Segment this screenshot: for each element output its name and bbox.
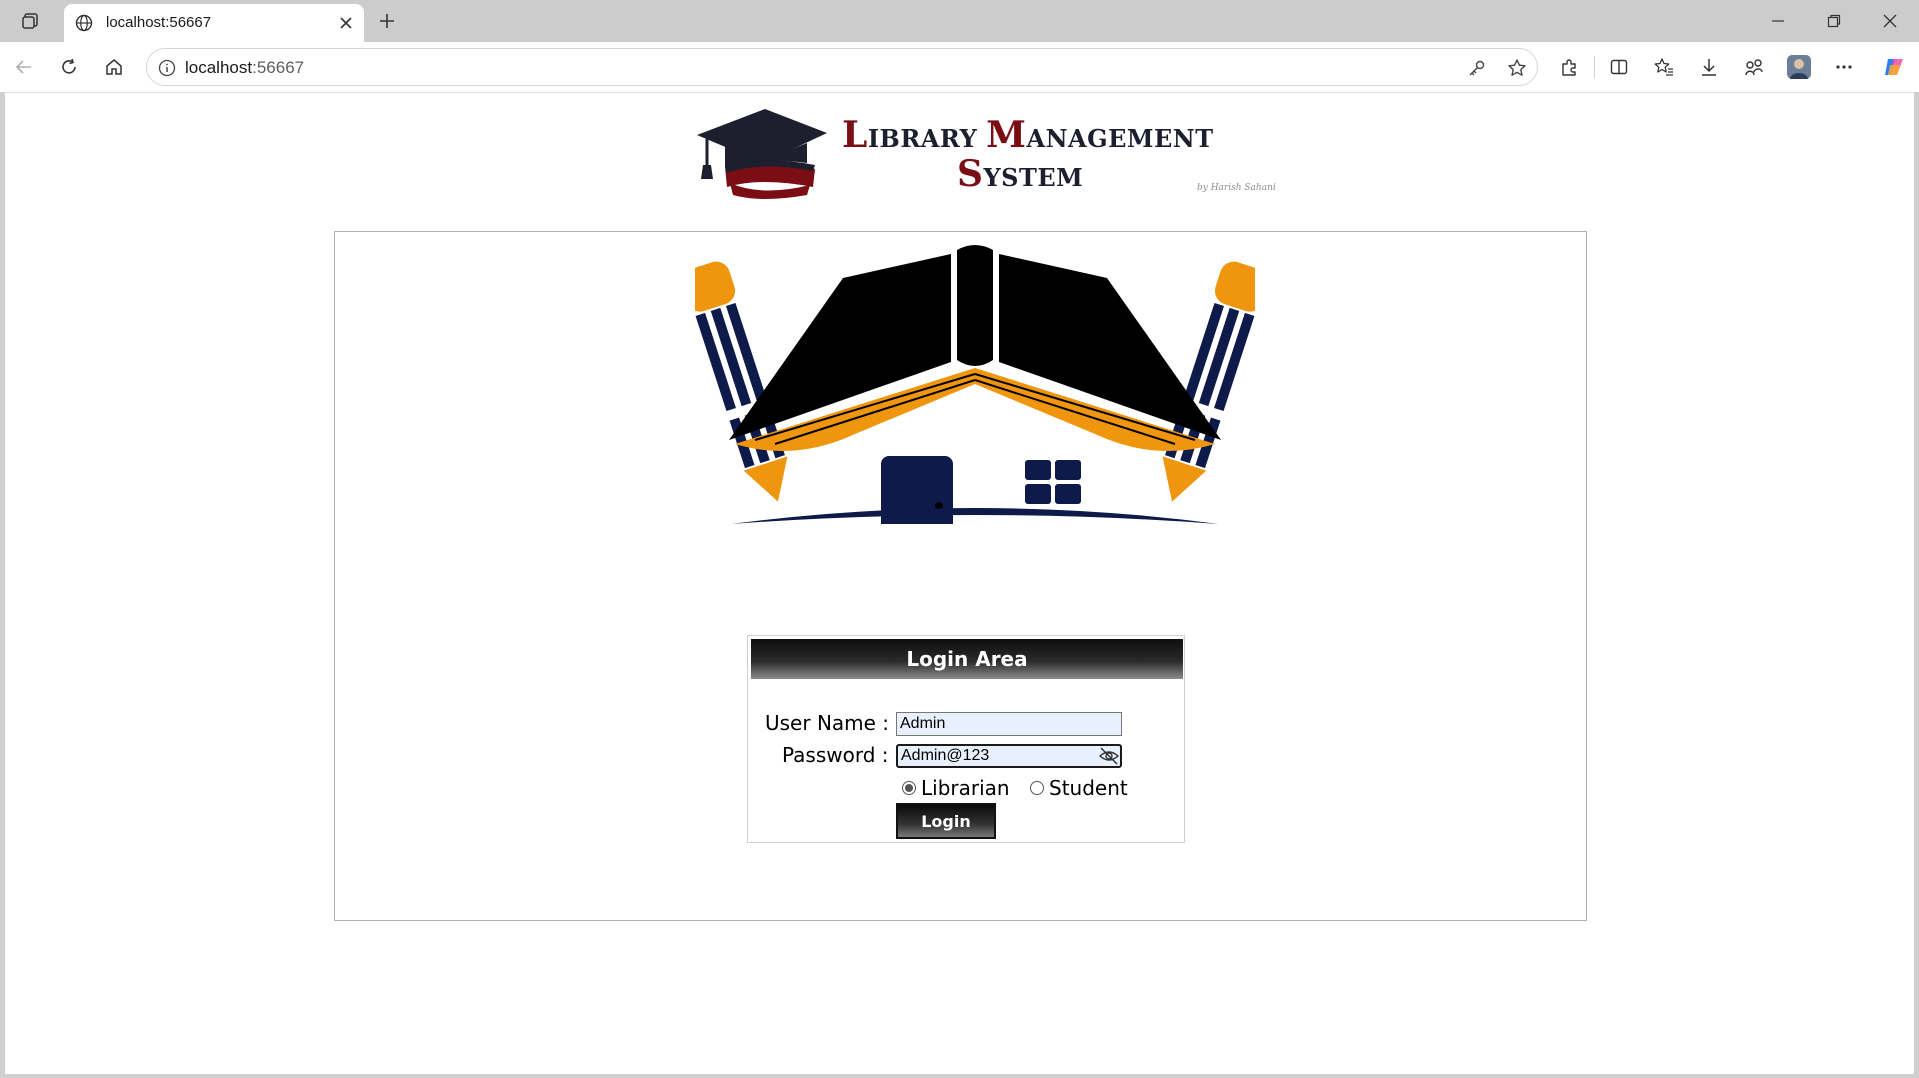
browser-tab-bar: localhost:56667 (0, 0, 1919, 42)
url-port: :56667 (252, 58, 305, 77)
close-tab-icon[interactable] (334, 11, 358, 35)
password-input[interactable] (896, 744, 1122, 768)
role-student-radio[interactable]: Student (1030, 776, 1128, 800)
brand-initial-s: S (957, 153, 984, 195)
profile-avatar[interactable] (1781, 49, 1817, 85)
restore-icon[interactable] (1812, 6, 1856, 36)
author-byline: by Harish Sahani (1197, 183, 1276, 193)
share-icon[interactable] (1736, 49, 1772, 85)
password-key-icon[interactable] (1465, 56, 1489, 80)
toolbar-separator (1594, 56, 1595, 78)
username-input[interactable] (896, 712, 1122, 736)
tab-actions-icon[interactable] (14, 7, 48, 35)
hide-password-icon[interactable] (1098, 747, 1120, 765)
main-content-box: Login Area User Name : Password : Librar… (334, 231, 1587, 921)
refresh-icon[interactable] (51, 49, 87, 85)
radio-unselected-indicator[interactable] (1030, 781, 1044, 795)
new-tab-icon[interactable] (372, 6, 402, 36)
url-text[interactable]: localhost:56667 (185, 58, 304, 78)
page-viewport: LIBRARY MANAGEMENT SYSTEM by Harish Saha… (5, 92, 1914, 1074)
browser-toolbar: localhost:56667 (0, 42, 1919, 92)
site-info-icon[interactable] (157, 58, 177, 78)
role-librarian-label: Librarian (921, 776, 1010, 800)
brand-title-line2: SYSTEM (957, 153, 1083, 195)
role-librarian-radio[interactable]: Librarian (902, 776, 1010, 800)
login-panel: Login Area User Name : Password : Librar… (747, 635, 1185, 843)
radio-selected-indicator[interactable] (902, 781, 916, 795)
brand-word-library: IBRARY (867, 124, 987, 153)
more-options-icon[interactable] (1826, 49, 1862, 85)
home-icon[interactable] (96, 49, 132, 85)
graduation-cap-icon (697, 109, 827, 199)
back-icon[interactable] (6, 49, 42, 85)
tab-title: localhost:56667 (106, 14, 212, 31)
copilot-icon[interactable] (1876, 49, 1912, 85)
site-banner: LIBRARY MANAGEMENT SYSTEM by Harish Saha… (695, 105, 1285, 200)
address-bar[interactable]: localhost:56667 (146, 48, 1538, 86)
library-house-logo (695, 245, 1255, 524)
brand-initial-m: M (986, 114, 1027, 156)
downloads-icon[interactable] (1691, 49, 1727, 85)
brand-initial-l: L (842, 114, 868, 156)
role-student-label: Student (1049, 776, 1128, 800)
login-button[interactable]: Login (896, 803, 996, 839)
brand-word-system: YSTEM (983, 163, 1084, 192)
login-header: Login Area (751, 639, 1183, 679)
favorite-star-icon[interactable] (1505, 56, 1529, 80)
login-header-title: Login Area (906, 647, 1028, 671)
minimize-icon[interactable] (1756, 6, 1800, 36)
extensions-icon[interactable] (1551, 49, 1587, 85)
browser-tab[interactable]: localhost:56667 (64, 4, 364, 42)
brand-title-line1: LIBRARY MANAGEMENT (842, 114, 1214, 156)
username-label: User Name : (765, 711, 890, 735)
url-host: localhost (185, 58, 253, 77)
globe-icon (72, 11, 96, 35)
password-label: Password : (782, 743, 889, 767)
split-screen-icon[interactable] (1601, 49, 1637, 85)
brand-word-management: ANAGEMENT (1026, 124, 1214, 153)
close-window-icon[interactable] (1868, 6, 1912, 36)
favorites-icon[interactable] (1646, 49, 1682, 85)
